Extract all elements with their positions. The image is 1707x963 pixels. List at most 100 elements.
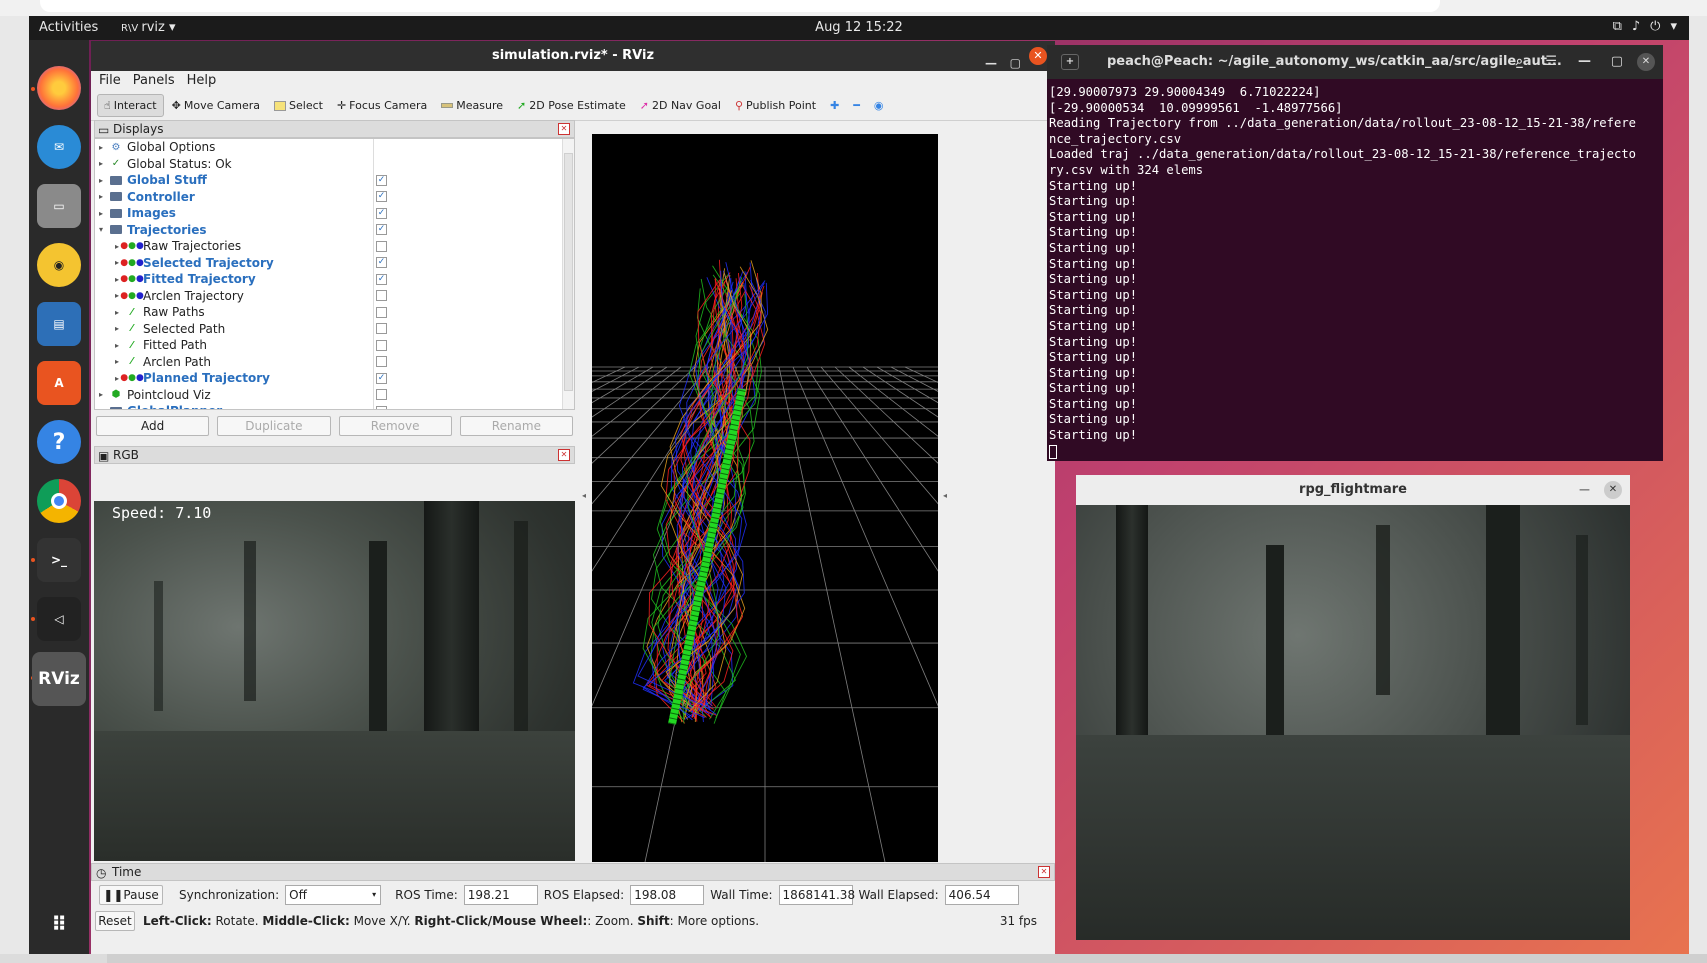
files-icon[interactable]: ▭ <box>37 184 81 228</box>
unity-icon[interactable]: ◁ <box>37 597 81 641</box>
system-tray[interactable]: ⧉ ♪ ⏻ ▾ <box>1613 19 1677 34</box>
tree-item[interactable]: ▸ ⬢ Pointcloud Viz <box>95 387 574 404</box>
maximize-icon[interactable]: ▢ <box>1010 48 1021 78</box>
enable-checkbox[interactable]: ✓ <box>376 191 387 203</box>
collapsed-arrow-icon[interactable]: ▸ <box>99 407 109 409</box>
rhythmbox-icon[interactable]: ◉ <box>37 243 81 287</box>
collapsed-arrow-icon[interactable]: ▸ <box>99 176 109 185</box>
writer-icon[interactable]: ▤ <box>37 302 81 346</box>
network-icon[interactable]: ⧉ <box>1613 19 1622 34</box>
tree-item[interactable]: ▸ ⁄ Arclen Path <box>95 354 574 371</box>
close-icon[interactable]: ✕ <box>1029 47 1047 65</box>
menu-file[interactable]: File <box>99 73 121 89</box>
ros-time-field[interactable]: 198.21 <box>463 885 538 905</box>
collapsed-arrow-icon[interactable]: ▸ <box>115 341 125 350</box>
help-icon[interactable]: ? <box>37 420 81 464</box>
enable-checkbox[interactable]: ✓ <box>376 224 387 236</box>
splitter-handle-icon[interactable]: ◂ <box>943 491 947 500</box>
new-tab-icon[interactable]: + <box>1061 54 1079 70</box>
chevron-down-icon[interactable]: ▾ <box>1670 19 1677 34</box>
tree-item[interactable]: ▸ ⁄ Fitted Path <box>95 337 574 354</box>
menu-help[interactable]: Help <box>187 73 217 89</box>
expanded-arrow-icon[interactable]: ▾ <box>99 225 109 234</box>
close-panel-icon[interactable]: ✕ <box>558 449 570 461</box>
wall-elapsed-field[interactable]: 406.54 <box>944 885 1019 905</box>
enable-checkbox[interactable] <box>376 356 387 368</box>
focus-camera-tool[interactable]: ✛ Focus Camera <box>331 95 433 116</box>
rename-button[interactable]: Rename <box>459 416 573 436</box>
tree-item[interactable]: ▸ ●●● Selected Trajectory ✓ <box>95 255 574 272</box>
enable-checkbox[interactable] <box>376 306 387 318</box>
tree-item[interactable]: ▸ ⚙ Global Options <box>95 139 574 156</box>
flightmare-render[interactable] <box>1076 505 1630 940</box>
chrome-icon[interactable] <box>37 479 81 523</box>
enable-checkbox[interactable] <box>376 240 387 252</box>
enable-checkbox[interactable]: ✓ <box>376 372 387 384</box>
splitter-handle-icon[interactable]: ◂ <box>582 491 586 500</box>
select-tool[interactable]: Select <box>268 95 329 116</box>
add-button[interactable]: Add <box>96 416 210 436</box>
minimize-icon[interactable]: — <box>1578 45 1591 79</box>
tree-item[interactable]: ▸ ●●● Planned Trajectory ✓ <box>95 370 574 387</box>
close-icon[interactable]: ✕ <box>1637 53 1655 71</box>
collapsed-arrow-icon[interactable]: ▸ <box>99 159 109 168</box>
terminal-output[interactable]: [29.90007973 29.90004349 6.71022224] [-29… <box>1047 79 1663 465</box>
enable-checkbox[interactable]: ✓ <box>376 207 387 219</box>
publish-point-tool[interactable]: ⚲ Publish Point <box>729 95 822 116</box>
enable-checkbox[interactable]: ✓ <box>376 273 387 285</box>
enable-checkbox[interactable]: ✓ <box>376 174 387 186</box>
wall-time-field[interactable]: 1868141.38 <box>778 885 855 905</box>
collapsed-arrow-icon[interactable]: ▸ <box>99 209 109 218</box>
collapsed-arrow-icon[interactable]: ▸ <box>115 357 125 366</box>
nav-goal-tool[interactable]: ➚ 2D Nav Goal <box>634 95 727 116</box>
tree-item[interactable]: ▸ Controller ✓ <box>95 189 574 206</box>
thunderbird-icon[interactable]: ✉ <box>37 125 81 169</box>
enable-checkbox[interactable] <box>376 290 387 302</box>
close-panel-icon[interactable]: ✕ <box>1038 866 1050 878</box>
collapsed-arrow-icon[interactable]: ▸ <box>115 324 125 333</box>
tree-item[interactable]: ▸ ✓ Global Status: Ok <box>95 156 574 173</box>
tree-item[interactable]: ▸ ●●● Fitted Trajectory ✓ <box>95 271 574 288</box>
power-icon[interactable]: ⏻ <box>1650 19 1660 34</box>
sync-select[interactable]: Off ▾ <box>285 885 382 905</box>
minimize-icon[interactable]: — <box>985 48 997 78</box>
terminal-titlebar[interactable]: + peach@Peach: ~/agile_autonomy_ws/catki… <box>1047 45 1663 79</box>
remove-button[interactable]: Remove <box>338 416 452 436</box>
rgb-image-view[interactable]: Speed: 7.10 <box>94 501 575 861</box>
duplicate-button[interactable]: Duplicate <box>217 416 331 436</box>
move-camera-tool[interactable]: ✥ Move Camera <box>166 95 266 116</box>
tree-item[interactable]: ▸ GlobalPlanner <box>95 403 574 409</box>
terminal-icon[interactable]: >_ <box>37 538 81 582</box>
measure-tool[interactable]: Measure <box>435 95 509 116</box>
collapsed-arrow-icon[interactable]: ▸ <box>99 143 109 152</box>
tree-item[interactable]: ▸ Global Stuff ✓ <box>95 172 574 189</box>
rviz-titlebar[interactable]: simulation.rviz* - RViz — ▢ ✕ <box>91 41 1055 71</box>
enable-checkbox[interactable] <box>376 323 387 335</box>
ros-elapsed-field[interactable]: 198.08 <box>630 885 705 905</box>
enable-checkbox[interactable]: ✓ <box>376 257 387 269</box>
menu-panels[interactable]: Panels <box>133 73 175 89</box>
show-apps-icon[interactable]: ⠿ <box>37 902 81 946</box>
tree-item[interactable]: ▸ ⁄ Selected Path <box>95 321 574 338</box>
rviz-icon[interactable]: RViz <box>32 652 86 706</box>
collapsed-arrow-icon[interactable]: ▸ <box>99 192 109 201</box>
maximize-icon[interactable]: ▢ <box>1611 45 1623 79</box>
pose-estimate-tool[interactable]: ➚ 2D Pose Estimate <box>511 95 632 116</box>
enable-checkbox[interactable] <box>376 405 387 409</box>
collapsed-arrow-icon[interactable]: ▸ <box>115 308 125 317</box>
flightmare-titlebar[interactable]: rpg_flightmare — ✕ <box>1076 475 1630 505</box>
tree-item[interactable]: ▸ ●●● Arclen Trajectory <box>95 288 574 305</box>
enable-checkbox[interactable] <box>376 389 387 401</box>
minimize-icon[interactable]: — <box>1579 475 1590 505</box>
remove-tool-icon[interactable]: ━ <box>847 95 866 116</box>
close-icon[interactable]: ✕ <box>1604 481 1622 499</box>
menu-icon[interactable]: ☰ <box>1545 45 1557 79</box>
reset-button[interactable]: Reset <box>95 911 135 931</box>
interact-tool[interactable]: ☝ Interact <box>97 94 164 117</box>
add-tool-icon[interactable]: ✚ <box>824 95 845 116</box>
close-panel-icon[interactable]: ✕ <box>558 123 570 135</box>
eye-icon[interactable]: ◉ <box>868 95 890 116</box>
pause-button[interactable]: ❚❚Pause <box>99 885 163 905</box>
tree-item[interactable]: ▸ ⁄ Raw Paths <box>95 304 574 321</box>
firefox-icon[interactable] <box>37 66 81 110</box>
